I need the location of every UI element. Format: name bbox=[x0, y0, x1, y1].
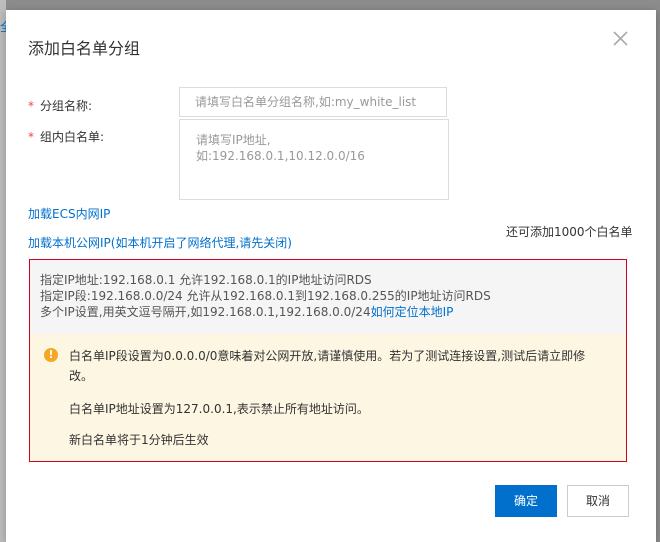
warning-text-localhost: 白名单IP地址设置为127.0.0.1,表示禁止所有地址访问。 bbox=[69, 402, 369, 416]
group-name-input[interactable] bbox=[179, 87, 447, 117]
warning-text-effective: 新白名单将于1分钟后生效 bbox=[69, 433, 209, 447]
confirm-button[interactable]: 确定 bbox=[495, 485, 557, 517]
whitelist-help-box: 指定IP地址:192.168.0.1 允许192.168.0.1的IP地址访问R… bbox=[29, 259, 627, 462]
remaining-count-text: 还可添加1000个白名单 bbox=[506, 225, 633, 239]
ip-format-help: 指定IP地址:192.168.0.1 允许192.168.0.1的IP地址访问R… bbox=[30, 260, 626, 334]
help-line-ip-range: 指定IP段:192.168.0.0/24 允许从192.168.0.1到192.… bbox=[40, 289, 491, 303]
load-ecs-ip-link[interactable]: 加载ECS内网IP bbox=[28, 205, 110, 222]
warning-text-open: 白名单IP段设置为0.0.0.0/0意味着对公网开放,请谨慎使用。若为了测试连接… bbox=[69, 349, 586, 383]
group-ips-label-text: 组内白名单: bbox=[40, 130, 105, 144]
help-line-multiple: 多个IP设置,用英文逗号隔开,如192.168.0.1,192.168.0.0/… bbox=[40, 304, 626, 320]
group-ips-textarea[interactable] bbox=[179, 119, 449, 200]
group-ips-label: * 组内白名单: bbox=[28, 128, 104, 145]
dialog-title: 添加白名单分组 bbox=[28, 39, 141, 58]
load-local-ip-link[interactable]: 加载本机公网IP(如本机开启了网络代理,请先关闭) bbox=[28, 234, 292, 251]
warning-icon: ! bbox=[44, 348, 58, 362]
help-line-multiple-text: 多个IP设置,用英文逗号隔开,如192.168.0.1,192.168.0.0/… bbox=[40, 305, 371, 319]
close-icon-glyph bbox=[613, 31, 628, 46]
help-line-ip: 指定IP地址:192.168.0.1 允许192.168.0.1的IP地址访问R… bbox=[40, 273, 372, 287]
group-name-label: * 分组名称: bbox=[28, 97, 92, 114]
warning-panel: ! 白名单IP段设置为0.0.0.0/0意味着对公网开放,请谨慎使用。若为了测试… bbox=[30, 334, 626, 461]
close-icon[interactable] bbox=[610, 28, 632, 50]
group-name-label-text: 分组名称: bbox=[40, 99, 93, 113]
add-whitelist-group-dialog: 添加白名单分组 * 分组名称: * 组内白名单: 加载ECS内网IP 加载本机公网I… bbox=[6, 10, 656, 542]
cancel-button[interactable]: 取消 bbox=[567, 485, 629, 517]
locate-local-ip-link[interactable]: 如何定位本地IP bbox=[371, 305, 454, 319]
required-mark: * bbox=[28, 130, 34, 144]
required-mark: * bbox=[28, 99, 34, 113]
